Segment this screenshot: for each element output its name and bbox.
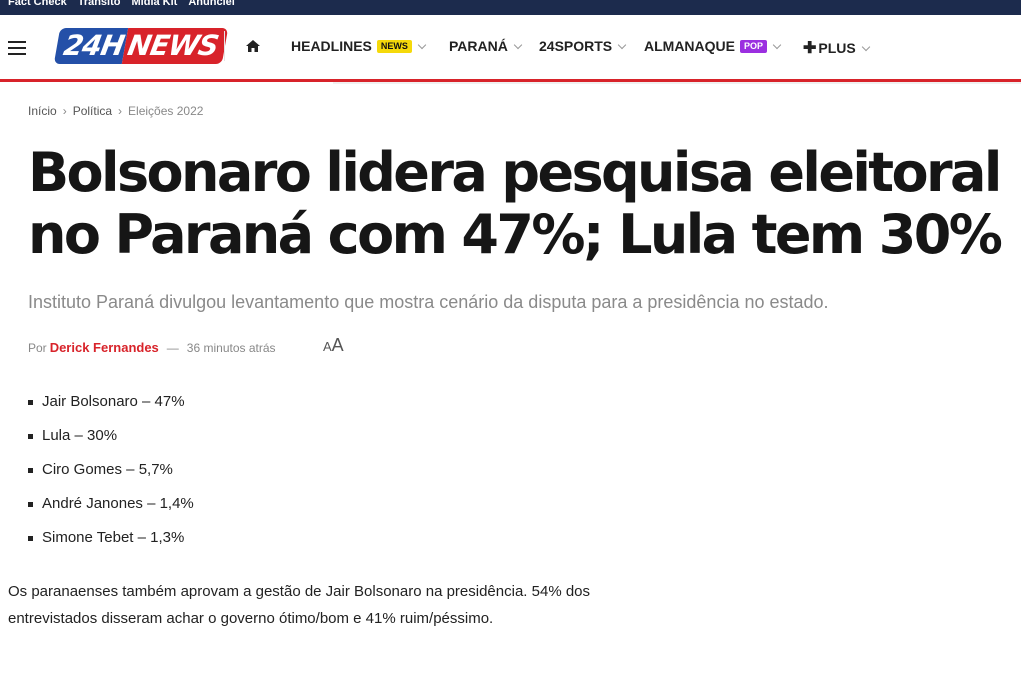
- article-meta: Por Derick Fernandes — 36 minutos atrás: [28, 340, 276, 355]
- article-paragraph: Os paranaenses também aprovam a gestão d…: [8, 583, 591, 627]
- chevron-down-icon: [861, 42, 870, 51]
- breadcrumb-separator-icon: ›: [118, 104, 123, 118]
- chevron-down-icon: [617, 40, 627, 49]
- plus-icon: ✚: [803, 40, 817, 57]
- header-divider: [224, 31, 225, 61]
- header-shadow-line: [333, 82, 1021, 84]
- topbar-links: Fact Check Trânsito Mídia Kit Anunciel: [8, 0, 235, 8]
- hamburger-bar: [8, 41, 26, 43]
- nav-label-headlines: HEADLINES: [291, 38, 372, 54]
- nav-item-plus[interactable]: ✚ PLUS: [803, 38, 870, 58]
- hamburger-bar: [8, 53, 26, 55]
- chevron-down-icon: [417, 40, 427, 49]
- hamburger-menu-icon[interactable]: [8, 41, 26, 55]
- list-item: Lula – 30%: [28, 426, 194, 460]
- breadcrumb: Início › Política › Eleições 2022: [28, 104, 203, 118]
- breadcrumb-separator-icon: ›: [62, 104, 67, 118]
- chevron-down-icon: [513, 40, 523, 49]
- hamburger-bar: [8, 47, 26, 49]
- nav-item-headlines[interactable]: HEADLINES NEWS: [291, 38, 427, 54]
- publish-time: 36 minutos atrás: [186, 340, 276, 355]
- nav-label-parana: PARANÁ: [449, 38, 508, 54]
- list-item: Ciro Gomes – 5,7%: [28, 460, 194, 494]
- home-icon[interactable]: [246, 40, 260, 52]
- logo-part-news: NEWS: [122, 28, 229, 64]
- list-item: Jair Bolsonaro – 47%: [28, 392, 194, 426]
- list-item: André Janones – 1,4%: [28, 494, 194, 528]
- author-link[interactable]: Derick Fernandes: [50, 340, 159, 355]
- topbar-link-transito[interactable]: Trânsito: [78, 0, 121, 8]
- nav-label-almanaque: ALMANAQUE: [644, 38, 735, 54]
- nav-item-24sports[interactable]: 24SPORTS: [539, 38, 627, 54]
- site-logo[interactable]: 24H NEWS: [53, 28, 229, 64]
- breadcrumb-politica[interactable]: Política: [73, 104, 112, 118]
- pop-badge: POP: [740, 39, 768, 53]
- article-title: Bolsonaro lidera pesquisa eleitoral no P…: [28, 141, 1003, 266]
- font-size-toggle[interactable]: A A: [323, 335, 344, 356]
- poll-results-list: Jair Bolsonaro – 47% Lula – 30% Ciro Gom…: [28, 392, 194, 562]
- logo-part-24h: 24H: [53, 28, 129, 64]
- nav-item-parana[interactable]: PARANÁ: [449, 38, 523, 54]
- list-item: Simone Tebet – 1,3%: [28, 528, 194, 562]
- topbar-link-midia-kit[interactable]: Mídia Kit: [132, 0, 178, 8]
- nav-item-almanaque[interactable]: ALMANAQUE POP: [644, 38, 782, 54]
- font-size-big: A: [331, 335, 344, 355]
- chevron-down-icon: [772, 40, 782, 49]
- nav-label-plus: PLUS: [818, 40, 856, 56]
- article-subtitle: Instituto Paraná divulgou levantamento q…: [28, 292, 829, 312]
- font-size-small: A: [323, 339, 332, 354]
- top-utility-bar: Fact Check Trânsito Mídia Kit Anunciel: [0, 0, 1021, 15]
- breadcrumb-home[interactable]: Início: [28, 104, 57, 118]
- nav-label-24sports: 24SPORTS: [539, 38, 613, 54]
- meta-dash: —: [166, 340, 179, 355]
- breadcrumb-current: Eleições 2022: [128, 104, 204, 118]
- logo-wordmark: 24H NEWS: [53, 28, 229, 64]
- byline-prefix: Por: [28, 340, 47, 355]
- topbar-link-fact-check[interactable]: Fact Check: [8, 0, 67, 8]
- topbar-link-anunciel[interactable]: Anunciel: [188, 0, 234, 8]
- news-badge: NEWS: [376, 39, 412, 53]
